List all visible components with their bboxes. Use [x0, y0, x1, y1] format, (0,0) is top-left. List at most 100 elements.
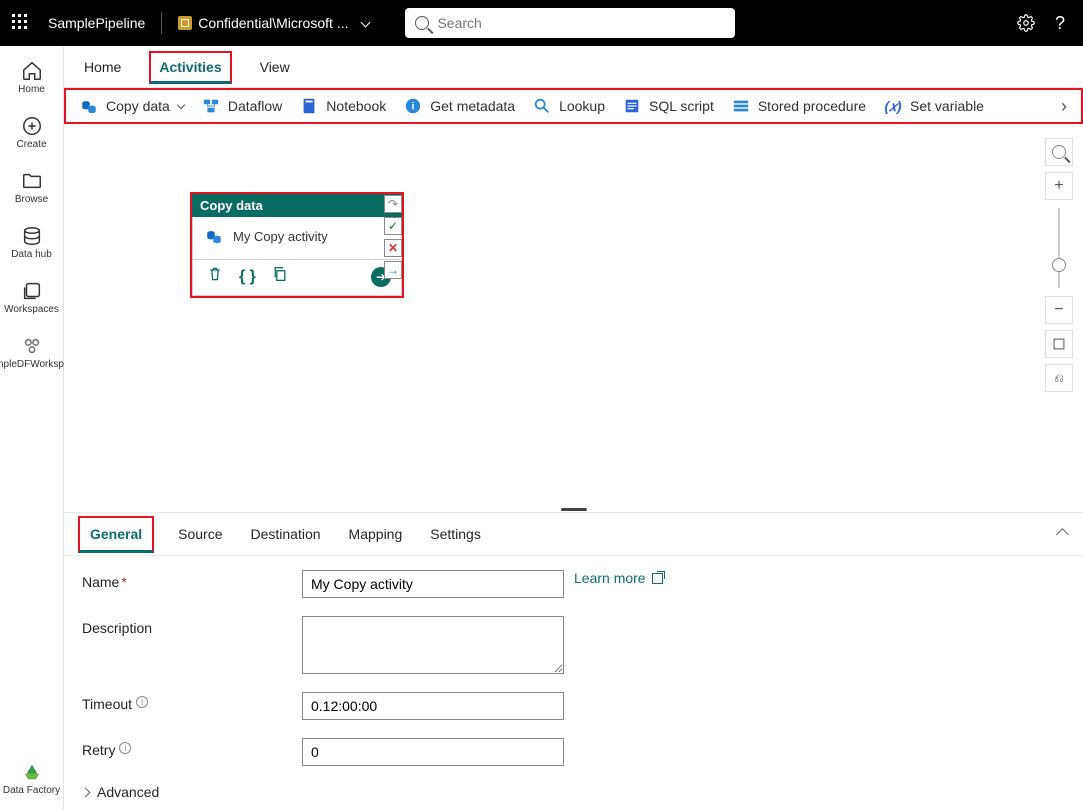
home-icon: [21, 60, 43, 82]
copy-data-icon: [205, 227, 223, 245]
activity-card-body: My Copy activity ↷ ✓ ✕ →: [192, 217, 402, 260]
data-factory-icon: [21, 761, 43, 783]
sql-icon: [623, 97, 641, 115]
nav-workspaces[interactable]: Workspaces: [0, 274, 64, 321]
prop-tab-general[interactable]: General: [78, 516, 154, 553]
info-icon: i: [404, 97, 422, 115]
ribbon-get-metadata[interactable]: i Get metadata: [404, 97, 515, 115]
tab-activities[interactable]: Activities: [149, 51, 231, 84]
help-button[interactable]: ?: [1049, 12, 1071, 34]
nav-label: Workspaces: [4, 304, 59, 315]
ribbon-set-variable[interactable]: (𝑥) Set variable: [884, 97, 984, 115]
nav-label: Home: [18, 84, 45, 95]
activity-card-copy-data[interactable]: Copy data My Copy activity ↷ ✓ ✕ → { } ➔: [190, 192, 404, 298]
ribbon-stored-procedure[interactable]: Stored procedure: [732, 97, 866, 115]
search-input[interactable]: [437, 15, 725, 31]
lookup-icon: [533, 97, 551, 115]
nav-data-factory[interactable]: Data Factory: [0, 755, 64, 802]
properties-tabs: General Source Destination Mapping Setti…: [64, 512, 1083, 556]
info-icon[interactable]: i: [136, 696, 148, 708]
plus-circle-icon: [21, 115, 43, 137]
sproc-icon: [732, 97, 750, 115]
canvas-tools: + − ⎌: [1045, 138, 1073, 392]
chevron-right-icon: [81, 787, 91, 797]
general-form: Name* Learn more Description Timeouti Re…: [64, 556, 1083, 810]
pipeline-name: SamplePipeline: [48, 15, 145, 31]
description-input[interactable]: [302, 616, 564, 674]
top-bar: SamplePipeline Confidential\Microsoft ..…: [0, 0, 1083, 46]
zoom-out-button[interactable]: −: [1045, 296, 1073, 324]
activity-skip-handle[interactable]: ↷: [384, 195, 402, 213]
ribbon-lookup[interactable]: Lookup: [533, 97, 605, 115]
activity-card-title: My Copy activity: [233, 229, 328, 244]
search-box[interactable]: [405, 8, 735, 38]
fit-to-screen-button[interactable]: [1045, 330, 1073, 358]
nav-label: Browse: [15, 194, 48, 205]
prop-tab-settings[interactable]: Settings: [426, 516, 485, 552]
ribbon-label: Notebook: [326, 98, 386, 114]
main-area: Home Activities View Copy data Dataflow …: [64, 46, 1083, 810]
divider: [161, 12, 162, 34]
chevron-down-icon: [177, 101, 185, 109]
ribbon-sql-script[interactable]: SQL script: [623, 97, 714, 115]
nav-label: Data Factory: [3, 785, 60, 796]
settings-button[interactable]: [1015, 12, 1037, 34]
prop-tab-mapping[interactable]: Mapping: [345, 516, 407, 552]
nav-home[interactable]: Home: [0, 54, 64, 101]
ribbon-overflow-button[interactable]: ›: [1061, 96, 1067, 117]
nav-create[interactable]: Create: [0, 109, 64, 156]
sensitivity-label-text: Confidential\Microsoft ...: [198, 15, 348, 31]
ribbon-label: Get metadata: [430, 98, 515, 114]
ribbon-copy-data[interactable]: Copy data: [80, 97, 184, 115]
tab-view[interactable]: View: [258, 49, 292, 85]
sensitivity-dropdown[interactable]: Confidential\Microsoft ...: [178, 15, 373, 31]
code-icon[interactable]: { }: [239, 268, 256, 286]
timeout-label: Timeouti: [82, 692, 302, 712]
ribbon-label: Dataflow: [228, 98, 282, 114]
prop-tab-source[interactable]: Source: [174, 516, 226, 552]
nav-label: Create: [16, 139, 46, 150]
activity-failure-handle[interactable]: ✕: [384, 239, 402, 257]
retry-input[interactable]: [302, 738, 564, 766]
reset-layout-button[interactable]: ⎌: [1045, 364, 1073, 392]
ribbon-dataflow[interactable]: Dataflow: [202, 97, 282, 115]
search-icon: [415, 16, 429, 30]
advanced-toggle[interactable]: Advanced: [82, 784, 1065, 800]
activity-success-handle[interactable]: ✓: [384, 217, 402, 235]
activity-card-footer: { } ➔: [192, 260, 402, 296]
notebook-icon: [300, 97, 318, 115]
ribbon-label: Stored procedure: [758, 98, 866, 114]
variable-icon: (𝑥): [884, 97, 902, 115]
activity-side-controls: ↷ ✓ ✕ →: [384, 195, 402, 279]
ribbon-notebook[interactable]: Notebook: [300, 97, 386, 115]
learn-more-link[interactable]: Learn more: [574, 570, 663, 586]
nav-browse[interactable]: Browse: [0, 164, 64, 211]
collapse-panel-button[interactable]: [1056, 528, 1069, 541]
zoom-slider[interactable]: [1058, 208, 1060, 288]
prop-tab-destination[interactable]: Destination: [247, 516, 325, 552]
canvas-search-button[interactable]: [1045, 138, 1073, 166]
timeout-input[interactable]: [302, 692, 564, 720]
app-launcher-icon[interactable]: [12, 14, 30, 32]
folder-icon: [21, 170, 43, 192]
dataflow-icon: [202, 97, 220, 115]
pipeline-canvas[interactable]: Copy data My Copy activity ↷ ✓ ✕ → { } ➔: [64, 124, 1083, 506]
info-icon[interactable]: i: [119, 742, 131, 754]
activity-completion-handle[interactable]: →: [384, 261, 402, 279]
sensitivity-badge-icon: [178, 16, 192, 30]
page-tabs: Home Activities View: [64, 46, 1083, 88]
database-icon: [21, 225, 43, 247]
nav-sample-workspace[interactable]: SampleDFWorkspace: [0, 329, 64, 376]
delete-icon[interactable]: [207, 266, 223, 287]
name-label: Name*: [82, 570, 302, 590]
gear-icon: [1017, 14, 1035, 32]
workspace-icon: [21, 335, 43, 357]
nav-datahub[interactable]: Data hub: [0, 219, 64, 266]
name-input[interactable]: [302, 570, 564, 598]
activity-card-header: Copy data: [192, 194, 402, 217]
copy-icon[interactable]: [272, 266, 288, 287]
left-nav: Home Create Browse Data hub Workspaces S…: [0, 46, 64, 810]
tab-home[interactable]: Home: [82, 49, 123, 85]
advanced-label: Advanced: [97, 784, 159, 800]
zoom-in-button[interactable]: +: [1045, 172, 1073, 200]
